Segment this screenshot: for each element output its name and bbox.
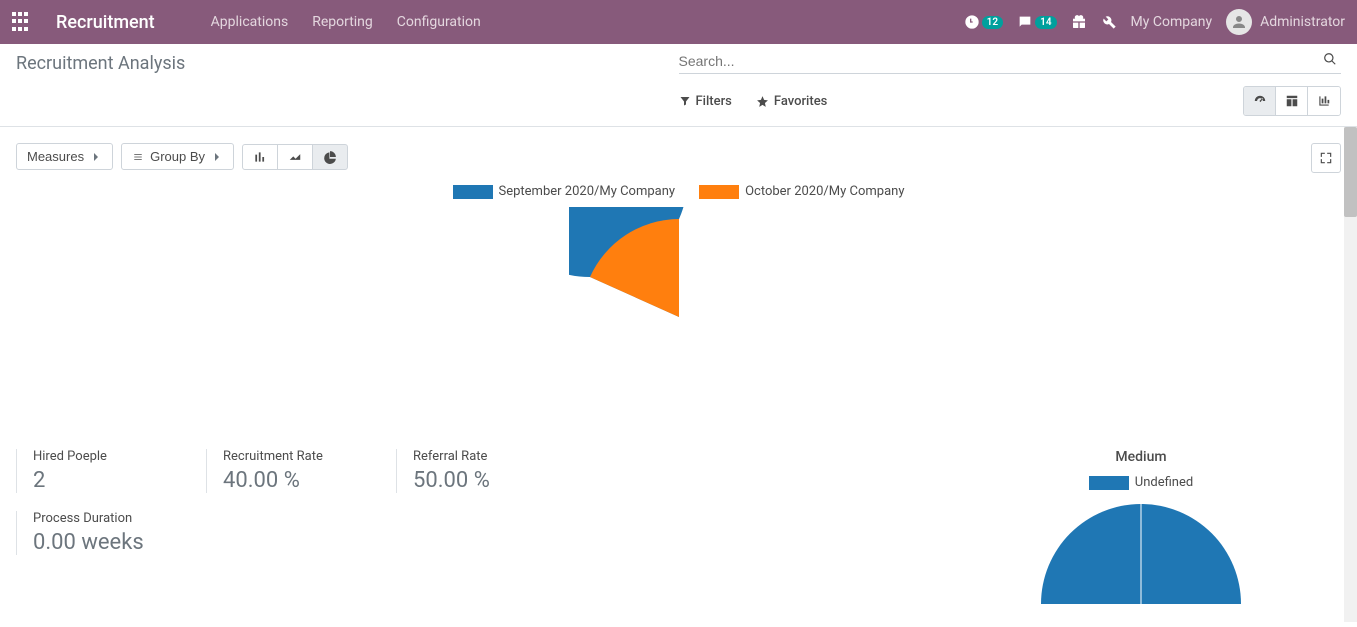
activity-indicator[interactable]: 12 [964,14,1003,30]
medium-pie-svg [1031,494,1251,604]
medium-title: Medium [971,449,1311,465]
legend-label-1: October 2020/My Company [745,184,904,199]
measures-button[interactable]: Measures [16,143,113,170]
favorites-label: Favorites [774,94,827,109]
user-menu[interactable]: Administrator [1226,9,1345,35]
legend-item-1[interactable]: October 2020/My Company [699,184,904,199]
tools-button[interactable] [1101,14,1117,30]
medium-legend: Undefined [971,475,1311,490]
view-graph-button[interactable] [1308,87,1340,115]
metric-label: Recruitment Rate [223,449,380,464]
metric-process-duration: Process Duration 0.00 weeks [16,511,586,555]
graph-icon [1317,94,1331,108]
pie-legend: September 2020/My Company October 2020/M… [16,184,1341,199]
medium-legend-swatch [1089,476,1129,490]
search-input[interactable] [679,53,1320,69]
pie-svg [569,207,789,427]
pie-chart-icon [323,150,337,164]
pie-chart-button[interactable] [312,144,348,170]
metric-label: Referral Rate [413,449,570,464]
chart-type-group [242,144,348,170]
metric-value: 50.00 % [413,468,570,493]
star-icon [756,95,769,108]
metric-value: 40.00 % [223,468,380,493]
line-chart-button[interactable] [277,144,313,170]
messages-indicator[interactable]: 14 [1017,14,1056,30]
expand-icon [1319,151,1333,165]
filters-button[interactable]: Filters [679,94,732,109]
scrollbar-track[interactable] [1344,127,1357,622]
page-title: Recruitment Analysis [16,53,679,74]
graph-area: Measures Group By September [0,127,1357,622]
metric-hired: Hired Poeple 2 [16,449,206,493]
view-switcher [1243,86,1341,116]
metric-value: 0.00 weeks [33,530,570,555]
legend-swatch-0 [453,185,493,199]
view-pivot-button[interactable] [1276,87,1308,115]
nav-item-applications[interactable]: Applications [211,14,289,30]
bar-chart-icon [253,150,267,164]
caret-right-icon [215,153,223,161]
nav-item-reporting[interactable]: Reporting [312,14,373,30]
funnel-icon [679,95,691,107]
avatar [1226,9,1252,35]
apps-icon[interactable] [12,12,32,32]
legend-item-0[interactable]: September 2020/My Company [453,184,676,199]
search-icon [1323,52,1337,66]
user-icon [1230,13,1248,31]
top-navbar: Recruitment Applications Reporting Confi… [0,0,1357,44]
chat-icon [1017,14,1033,30]
metrics-row: Hired Poeple 2 Recruitment Rate 40.00 % … [16,449,1341,604]
gift-button[interactable] [1071,14,1087,30]
measures-label: Measures [27,149,84,164]
company-selector[interactable]: My Company [1131,14,1213,30]
app-brand[interactable]: Recruitment [56,12,155,33]
filters-label: Filters [696,94,732,109]
messages-badge: 14 [1035,16,1056,29]
metric-recruitment-rate: Recruitment Rate 40.00 % [206,449,396,493]
metric-label: Hired Poeple [33,449,190,464]
search-button[interactable] [1319,52,1341,69]
list-icon [132,152,144,162]
caret-right-icon [94,153,102,161]
medium-legend-label[interactable]: Undefined [1135,475,1193,490]
activity-badge: 12 [982,16,1003,29]
wrench-icon [1101,14,1117,30]
legend-label-0: September 2020/My Company [499,184,676,199]
pivot-icon [1285,94,1299,108]
groupby-label: Group By [150,149,205,164]
graph-toolbar: Measures Group By [16,143,1341,170]
main-pie-chart: September 2020/My Company October 2020/M… [16,184,1341,431]
gift-icon [1071,14,1087,30]
line-chart-icon [288,150,302,164]
legend-swatch-1 [699,185,739,199]
user-name: Administrator [1260,14,1345,30]
expand-button[interactable] [1311,143,1341,173]
search-bar [679,52,1342,74]
search-filters: Filters Favorites [679,94,828,109]
metric-label: Process Duration [33,511,570,526]
medium-chart-block: Medium Undefined [971,449,1311,604]
groupby-button[interactable]: Group By [121,143,234,170]
scrollbar-thumb[interactable] [1344,127,1357,217]
view-dashboard-button[interactable] [1244,87,1276,115]
nav-item-configuration[interactable]: Configuration [397,14,481,30]
favorites-button[interactable]: Favorites [756,94,827,109]
dashboard-icon [1253,94,1267,108]
nav-right: 12 14 My Company Administrator [964,9,1345,35]
metric-value: 2 [33,468,190,493]
bar-chart-button[interactable] [242,144,278,170]
control-panel: Recruitment Analysis Filters Favorites [0,44,1357,127]
nav-menu: Applications Reporting Configuration [211,14,481,30]
metric-referral-rate: Referral Rate 50.00 % [396,449,586,493]
clock-icon [964,14,980,30]
